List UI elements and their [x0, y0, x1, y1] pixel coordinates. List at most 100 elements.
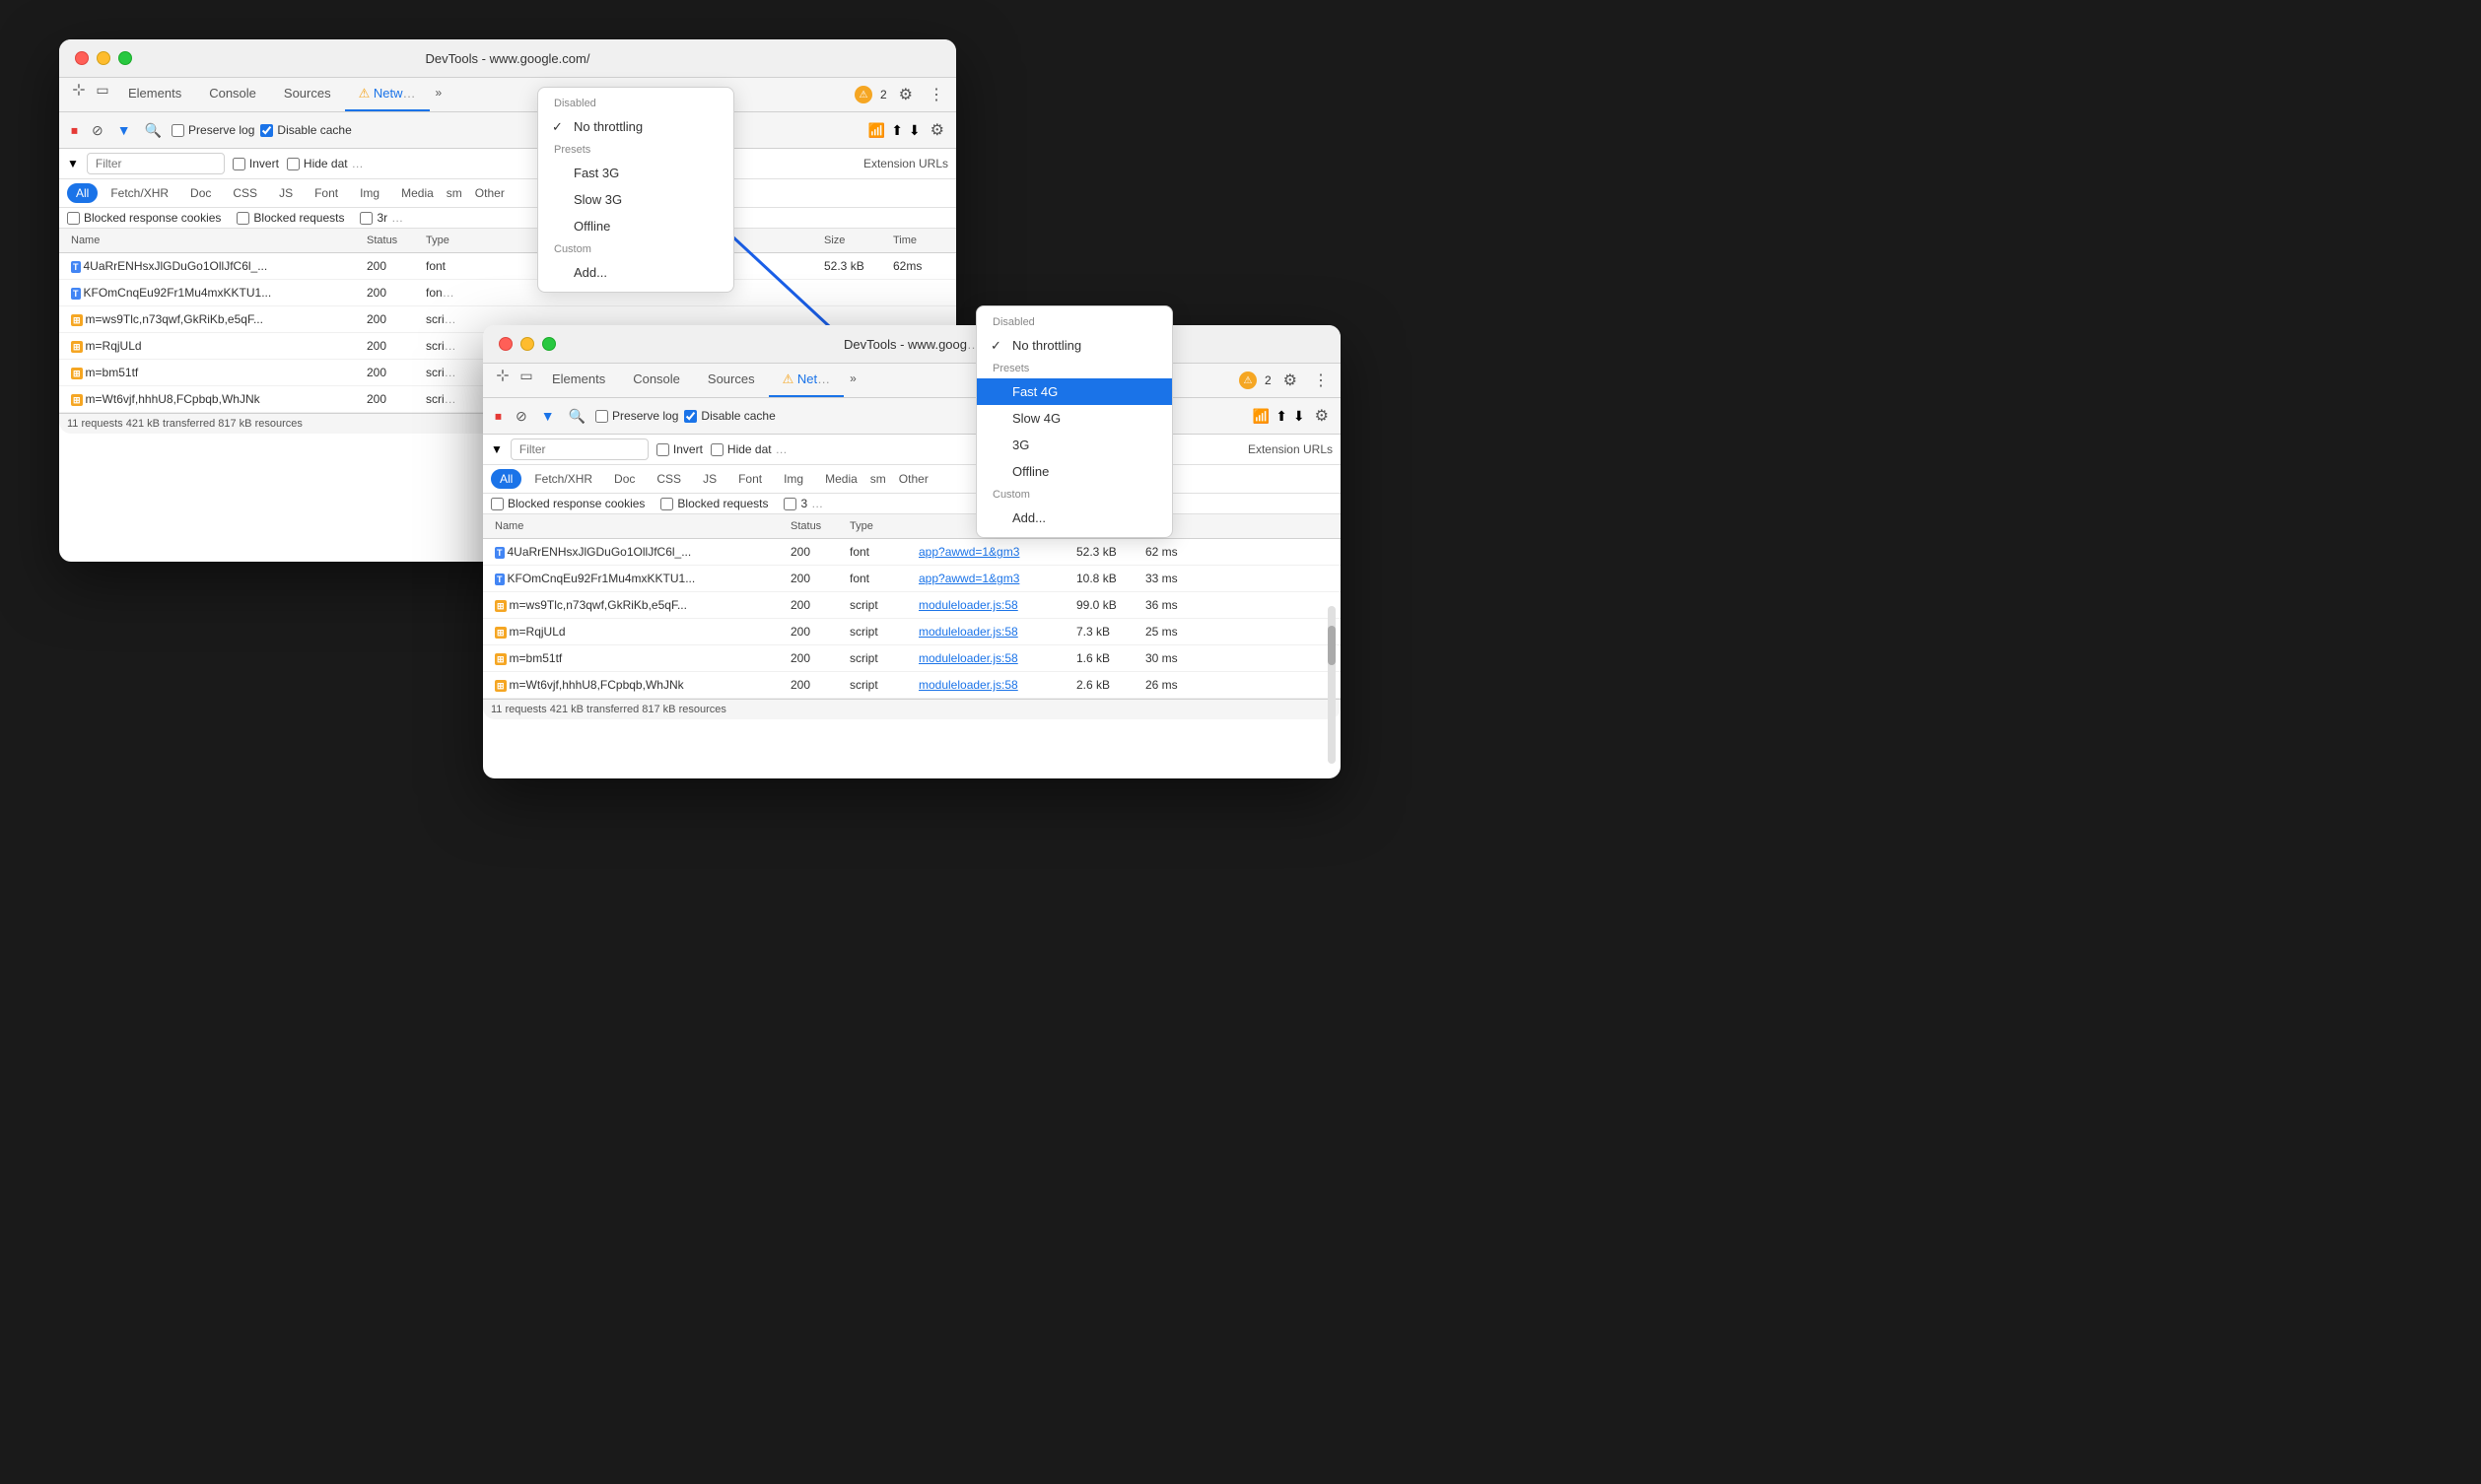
preserve-log-label-2[interactable]: Preserve log: [595, 409, 678, 423]
menu-no-throttling-2[interactable]: No throttling: [977, 332, 1172, 359]
tab-sources-2[interactable]: Sources: [694, 364, 769, 397]
tab-console-1[interactable]: Console: [195, 78, 270, 111]
filter-font-2[interactable]: Font: [729, 469, 771, 489]
menu-slow4g-2[interactable]: Slow 4G: [977, 405, 1172, 432]
tab-console-2[interactable]: Console: [619, 364, 694, 397]
disable-cache-cb-2[interactable]: [684, 410, 697, 423]
close-button-1[interactable]: [75, 51, 89, 65]
gear-icon-2[interactable]: ⚙: [1279, 367, 1301, 394]
device-icon-2[interactable]: ▭: [515, 364, 538, 387]
menu-add-1[interactable]: Add...: [538, 259, 733, 286]
filter-input-1[interactable]: [87, 153, 225, 174]
third-party-label-1[interactable]: 3r…: [360, 211, 403, 225]
preserve-log-label-1[interactable]: Preserve log: [172, 123, 254, 137]
filter-other-2[interactable]: Other: [890, 469, 937, 489]
more-tabs-1[interactable]: »: [430, 78, 448, 111]
table-row[interactable]: ⊞m=bm51tf 200 script moduleloader.js:58 …: [483, 645, 1341, 672]
filter-icon-2[interactable]: ▼: [537, 406, 559, 426]
cursor-icon-1[interactable]: ⊹: [67, 78, 91, 101]
blocked-cookies-cb-2[interactable]: [491, 498, 504, 510]
menu-no-throttling-1[interactable]: No throttling: [538, 113, 733, 140]
disable-cache-label-1[interactable]: Disable cache: [260, 123, 351, 137]
menu-fast4g-2[interactable]: Fast 4G: [977, 378, 1172, 405]
clear-icon-1[interactable]: ⊘: [88, 120, 107, 141]
filter-all-2[interactable]: All: [491, 469, 521, 489]
table-row[interactable]: TKFOmCnqEu92Fr1Mu4mxKKTU1... 200 fon…: [59, 280, 956, 306]
table-row[interactable]: ⊞m=ws9Tlc,n73qwf,GkRiKb,e5qF... 200 scri…: [483, 592, 1341, 619]
maximize-button-1[interactable]: [118, 51, 132, 65]
minimize-button-1[interactable]: [97, 51, 110, 65]
stop-icon-2[interactable]: ⏹: [491, 406, 506, 427]
preserve-log-cb-1[interactable]: [172, 124, 184, 137]
disable-cache-label-2[interactable]: Disable cache: [684, 409, 775, 423]
blocked-cookies-cb-1[interactable]: [67, 212, 80, 225]
menu-add-2[interactable]: Add...: [977, 505, 1172, 531]
filter-css-1[interactable]: CSS: [224, 183, 266, 203]
menu-fast3g-1[interactable]: Fast 3G: [538, 160, 733, 186]
blocked-requests-cb-2[interactable]: [660, 498, 673, 510]
scrollbar-2[interactable]: [1328, 606, 1336, 764]
scrollbar-thumb-2[interactable]: [1328, 626, 1336, 665]
filter-media-1[interactable]: Media: [392, 183, 443, 203]
filter-font-1[interactable]: Font: [306, 183, 347, 203]
invert-cb-1[interactable]: [233, 158, 245, 170]
more-tabs-2[interactable]: »: [844, 364, 862, 397]
table-row[interactable]: T4UaRrENHsxJlGDuGo1OllJfC6l_... 200 font…: [59, 253, 956, 280]
menu-offline-1[interactable]: Offline: [538, 213, 733, 239]
more-menu-2[interactable]: ⋮: [1309, 367, 1333, 394]
blocked-requests-label-1[interactable]: Blocked requests: [237, 211, 344, 225]
filter-all-1[interactable]: All: [67, 183, 98, 203]
tab-network-2[interactable]: ⚠ Net…: [769, 364, 845, 397]
stop-icon-1[interactable]: ⏹: [67, 120, 82, 141]
third-party-cb-2[interactable]: [784, 498, 796, 510]
filter-doc-1[interactable]: Doc: [181, 183, 220, 203]
minimize-button-2[interactable]: [520, 337, 534, 351]
menu-slow3g-1[interactable]: Slow 3G: [538, 186, 733, 213]
tab-elements-2[interactable]: Elements: [538, 364, 619, 397]
clear-icon-2[interactable]: ⊘: [512, 406, 531, 427]
filter-media-2[interactable]: Media: [816, 469, 866, 489]
blocked-requests-label-2[interactable]: Blocked requests: [660, 497, 768, 510]
filter-js-1[interactable]: JS: [270, 183, 302, 203]
filter-fetch-2[interactable]: Fetch/XHR: [525, 469, 601, 489]
hide-data-label-2[interactable]: Hide dat…: [711, 442, 788, 456]
invert-label-1[interactable]: Invert: [233, 157, 279, 170]
filter-img-2[interactable]: Img: [775, 469, 812, 489]
blocked-cookies-label-1[interactable]: Blocked response cookies: [67, 211, 221, 225]
menu-3g-2[interactable]: 3G: [977, 432, 1172, 458]
third-party-label-2[interactable]: 3…: [784, 497, 823, 510]
tab-elements-1[interactable]: Elements: [114, 78, 195, 111]
table-row[interactable]: ⊞m=RqjULd 200 script moduleloader.js:58 …: [483, 619, 1341, 645]
invert-label-2[interactable]: Invert: [656, 442, 703, 456]
filter-js-2[interactable]: JS: [694, 469, 725, 489]
blocked-requests-cb-1[interactable]: [237, 212, 249, 225]
filter-icon-1[interactable]: ▼: [113, 120, 135, 140]
search-icon-1[interactable]: 🔍: [141, 120, 166, 141]
filter-input-2[interactable]: [511, 438, 649, 460]
more-menu-1[interactable]: ⋮: [925, 81, 948, 108]
table-row[interactable]: T4UaRrENHsxJlGDuGo1OllJfC6l_... 200 font…: [483, 539, 1341, 566]
search-icon-2[interactable]: 🔍: [565, 406, 589, 427]
network-settings-2[interactable]: ⚙: [1311, 402, 1333, 430]
tab-sources-1[interactable]: Sources: [270, 78, 345, 111]
invert-cb-2[interactable]: [656, 443, 669, 456]
filter-doc-2[interactable]: Doc: [605, 469, 644, 489]
table-row[interactable]: TKFOmCnqEu92Fr1Mu4mxKKTU1... 200 font ap…: [483, 566, 1341, 592]
close-button-2[interactable]: [499, 337, 513, 351]
third-party-cb-1[interactable]: [360, 212, 373, 225]
filter-img-1[interactable]: Img: [351, 183, 388, 203]
network-settings-1[interactable]: ⚙: [927, 116, 948, 144]
hide-data-cb-1[interactable]: [287, 158, 300, 170]
maximize-button-2[interactable]: [542, 337, 556, 351]
preserve-log-cb-2[interactable]: [595, 410, 608, 423]
table-row[interactable]: ⊞m=Wt6vjf,hhhU8,FCpbqb,WhJNk 200 script …: [483, 672, 1341, 699]
filter-css-2[interactable]: CSS: [648, 469, 690, 489]
blocked-cookies-label-2[interactable]: Blocked response cookies: [491, 497, 645, 510]
cursor-icon-2[interactable]: ⊹: [491, 364, 515, 387]
disable-cache-cb-1[interactable]: [260, 124, 273, 137]
filter-fetch-1[interactable]: Fetch/XHR: [102, 183, 177, 203]
hide-data-cb-2[interactable]: [711, 443, 724, 456]
hide-data-label-1[interactable]: Hide dat…: [287, 157, 364, 170]
menu-offline-2[interactable]: Offline: [977, 458, 1172, 485]
device-icon-1[interactable]: ▭: [91, 78, 114, 101]
